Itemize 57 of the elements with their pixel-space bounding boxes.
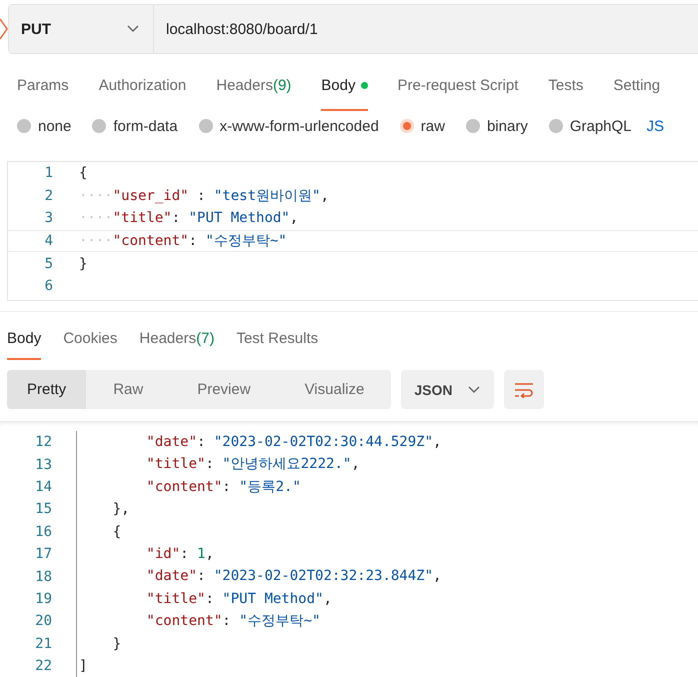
code-line: "id": 1, xyxy=(76,542,214,566)
wrap-lines-icon xyxy=(514,382,534,398)
line-number: 20 xyxy=(34,613,52,630)
chevron-down-icon xyxy=(468,386,480,394)
code-line: "date": "2023-02-02T02:32:23.844Z", xyxy=(76,565,442,588)
line-number: 14 xyxy=(34,478,52,495)
code-line: "title": "PUT Method", xyxy=(76,588,332,610)
line-number: 15 xyxy=(34,501,52,518)
request-tab[interactable]: Setting xyxy=(613,66,660,111)
line-number: 13 xyxy=(34,456,52,473)
body-type-radio[interactable]: GraphQL xyxy=(548,118,632,134)
body-type-radio[interactable]: form-data xyxy=(92,118,178,134)
code-line: ····"title": "PUT Method", xyxy=(78,210,298,226)
format-link[interactable]: JS xyxy=(646,118,664,134)
format-dropdown[interactable]: JSON xyxy=(401,370,494,409)
code-line: "content": "수정부탁~" xyxy=(76,610,320,633)
line-number: 4 xyxy=(44,233,53,250)
code-line: { xyxy=(78,165,88,182)
view-mode-tab[interactable]: Pretty xyxy=(7,370,86,409)
line-number: 18 xyxy=(34,568,52,585)
code-line: "date": "2023-02-02T02:30:44.529Z", xyxy=(76,431,442,454)
response-tab[interactable]: Cookies xyxy=(63,326,118,360)
code-line: "title": "안녕하세요2222.", xyxy=(76,453,360,476)
response-tab[interactable]: Headers(7) xyxy=(139,326,214,360)
code-editor[interactable]: 1 { 2 ····"user_id" : "test원바이원", 3 ····"title": "PUT Method", 4 ····"content": "수정부탁~" 5 } 6 xyxy=(7,161,698,301)
line-number: 2 xyxy=(44,188,53,204)
line-number: 12 xyxy=(34,434,52,450)
body-type-radio[interactable]: x-www-form-urlencoded xyxy=(198,118,379,134)
request-tab[interactable]: Body xyxy=(321,66,368,111)
line-number: 19 xyxy=(34,590,52,607)
code-line: ····"user_id" : "test원바이원", xyxy=(78,186,329,205)
code-line: ····"content": "수정부탁~" xyxy=(78,232,287,250)
code-line: } xyxy=(76,632,122,655)
line-number: 22 xyxy=(34,658,52,674)
code-line: } xyxy=(78,256,88,272)
request-tab[interactable]: Headers(9) xyxy=(216,66,292,111)
response-tab[interactable]: Body xyxy=(7,326,42,360)
line-number: 6 xyxy=(44,278,53,294)
code-line: { xyxy=(76,520,122,543)
code-line: ] xyxy=(76,654,88,677)
line-number: 3 xyxy=(44,210,53,226)
code-line: }, xyxy=(76,498,130,521)
response-tab[interactable]: Test Results xyxy=(236,326,318,360)
request-tab[interactable]: Pre-request Script xyxy=(398,66,518,111)
line-number: 1 xyxy=(44,165,53,182)
body-type-radio[interactable]: binary xyxy=(466,118,528,134)
line-number: 21 xyxy=(34,636,52,652)
line-number: 17 xyxy=(34,546,52,562)
request-tab[interactable]: Params xyxy=(17,66,69,111)
wrap-lines-button[interactable] xyxy=(504,370,544,409)
request-tab[interactable]: Tests xyxy=(548,66,584,111)
body-type-radio[interactable]: none xyxy=(17,118,72,134)
code-line: "content": "등록2." xyxy=(76,476,301,498)
request-tab[interactable]: Authorization xyxy=(98,66,186,111)
line-number: 5 xyxy=(44,256,53,272)
line-number: 16 xyxy=(34,524,52,540)
body-type-radio[interactable]: raw xyxy=(400,118,445,134)
